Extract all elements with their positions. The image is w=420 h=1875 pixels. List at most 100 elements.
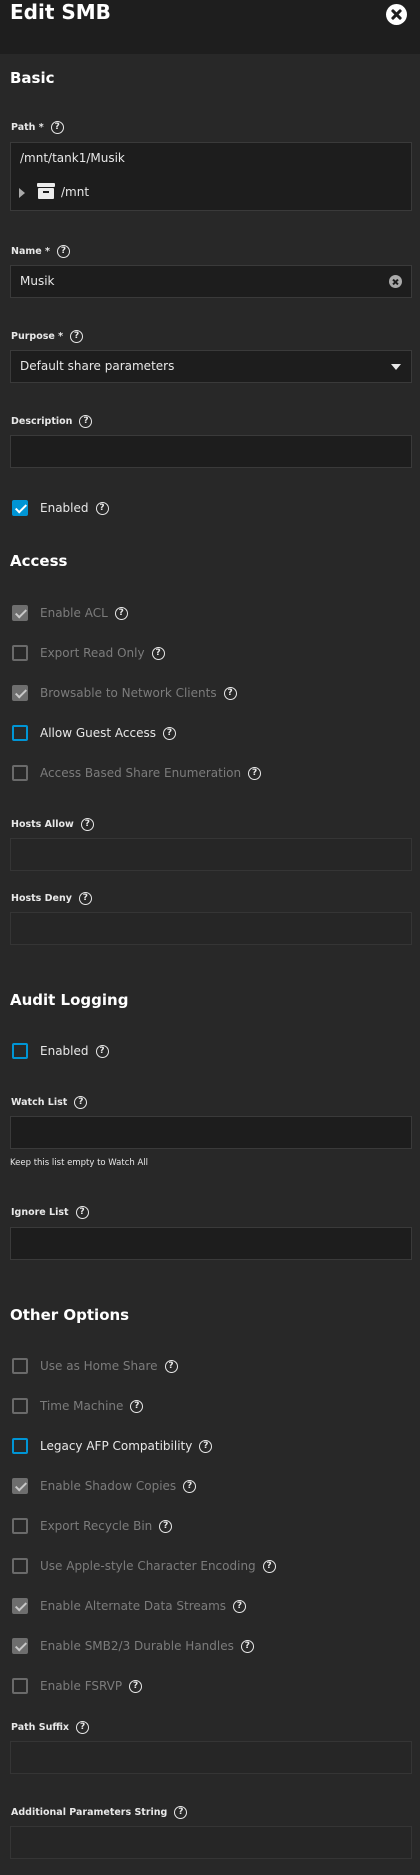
- enable-acl-checkbox[interactable]: [12, 605, 28, 621]
- time-machine-checkbox[interactable]: [12, 1398, 28, 1414]
- purpose-select[interactable]: Default share parameters: [10, 350, 412, 383]
- help-icon[interactable]: ?: [50, 121, 64, 134]
- description-input[interactable]: [10, 435, 412, 468]
- recycle-bin-row[interactable]: Export Recycle Bin ?: [12, 1517, 173, 1535]
- browsable-label: Browsable to Network Clients: [40, 686, 217, 700]
- help-icon[interactable]: ?: [199, 1439, 213, 1453]
- watch-list-input[interactable]: [10, 1116, 412, 1149]
- watch-list-hint: Keep this list empty to Watch All: [10, 1158, 149, 1168]
- path-label: Path * ?: [11, 121, 64, 134]
- apple-encoding-checkbox[interactable]: [12, 1558, 28, 1574]
- section-title-basic: Basic: [10, 69, 55, 87]
- help-icon[interactable]: ?: [240, 1639, 254, 1653]
- help-icon[interactable]: ?: [130, 1399, 144, 1413]
- help-icon[interactable]: ?: [159, 1519, 173, 1533]
- hosts-deny-input[interactable]: [10, 912, 412, 945]
- help-icon[interactable]: ?: [183, 1479, 197, 1493]
- chevron-down-icon[interactable]: [391, 364, 401, 370]
- shadow-copies-checkbox[interactable]: [12, 1478, 28, 1494]
- path-suffix-input[interactable]: [10, 1741, 412, 1774]
- help-icon[interactable]: ?: [70, 330, 84, 343]
- section-title-audit-logging: Audit Logging: [10, 991, 129, 1009]
- dialog-title: Edit SMB: [10, 0, 111, 24]
- enable-acl-label: Enable ACL: [40, 606, 108, 620]
- ignore-list-input[interactable]: [10, 1227, 412, 1260]
- help-icon[interactable]: ?: [79, 415, 93, 428]
- help-icon[interactable]: ?: [248, 766, 262, 780]
- help-icon[interactable]: ?: [95, 1044, 109, 1058]
- durable-handles-label: Enable SMB2/3 Durable Handles: [40, 1639, 234, 1653]
- audit-enabled-checkbox[interactable]: [12, 1043, 28, 1059]
- ignore-list-label-text: Ignore List: [11, 1207, 69, 1218]
- allow-guest-row[interactable]: Allow Guest Access ?: [12, 724, 176, 742]
- allow-guest-checkbox[interactable]: [12, 725, 28, 741]
- close-icon[interactable]: [386, 4, 407, 25]
- enabled-checkbox-row[interactable]: Enabled ?: [12, 499, 109, 517]
- hosts-allow-label: Hosts Allow ?: [11, 818, 94, 831]
- help-icon[interactable]: ?: [95, 501, 109, 515]
- hosts-deny-label-text: Hosts Deny: [11, 893, 72, 904]
- allow-guest-label: Allow Guest Access: [40, 726, 156, 740]
- help-icon[interactable]: ?: [164, 1359, 178, 1373]
- dataset-icon: [37, 183, 55, 199]
- purpose-label: Purpose * ?: [11, 330, 84, 343]
- enabled-label: Enabled: [40, 501, 89, 515]
- browsable-checkbox[interactable]: [12, 685, 28, 701]
- watch-list-label: Watch List ?: [11, 1096, 88, 1109]
- export-read-only-checkbox[interactable]: [12, 645, 28, 661]
- help-icon[interactable]: ?: [129, 1679, 143, 1693]
- alternate-streams-row[interactable]: Enable Alternate Data Streams ?: [12, 1597, 247, 1615]
- help-icon[interactable]: ?: [163, 726, 176, 740]
- help-icon[interactable]: ?: [74, 1096, 88, 1109]
- browsable-row[interactable]: Browsable to Network Clients ?: [12, 684, 237, 702]
- alternate-streams-label: Enable Alternate Data Streams: [40, 1599, 227, 1613]
- clear-icon[interactable]: [389, 275, 402, 288]
- additional-parameters-input[interactable]: [10, 1826, 412, 1859]
- home-share-label: Use as Home Share: [40, 1359, 158, 1373]
- recycle-bin-checkbox[interactable]: [12, 1518, 28, 1534]
- help-icon[interactable]: ?: [76, 1721, 90, 1734]
- time-machine-row[interactable]: Time Machine ?: [12, 1397, 144, 1415]
- enabled-checkbox[interactable]: [12, 500, 28, 516]
- fsrvp-checkbox[interactable]: [12, 1678, 28, 1694]
- abse-label: Access Based Share Enumeration: [40, 766, 242, 780]
- legacy-afp-row[interactable]: Legacy AFP Compatibility ?: [12, 1437, 213, 1455]
- home-share-row[interactable]: Use as Home Share ?: [12, 1357, 178, 1375]
- abse-checkbox[interactable]: [12, 765, 28, 781]
- purpose-value: Default share parameters: [20, 359, 175, 373]
- path-tree-row[interactable]: /mnt: [10, 176, 412, 211]
- enable-acl-row[interactable]: Enable ACL ?: [12, 604, 128, 622]
- help-icon[interactable]: ?: [151, 646, 165, 660]
- hosts-allow-input[interactable]: [10, 838, 412, 871]
- help-icon[interactable]: ?: [75, 1206, 89, 1219]
- durable-handles-row[interactable]: Enable SMB2/3 Durable Handles ?: [12, 1637, 254, 1655]
- help-icon[interactable]: ?: [78, 892, 92, 905]
- help-icon[interactable]: ?: [80, 818, 94, 831]
- legacy-afp-checkbox[interactable]: [12, 1438, 28, 1454]
- fsrvp-row[interactable]: Enable FSRVP ?: [12, 1677, 143, 1695]
- help-icon[interactable]: ?: [233, 1599, 247, 1613]
- help-icon[interactable]: ?: [223, 686, 237, 700]
- help-icon[interactable]: ?: [56, 245, 70, 258]
- apple-encoding-label: Use Apple-style Character Encoding: [40, 1559, 256, 1573]
- section-title-access: Access: [10, 552, 68, 570]
- section-title-other-options: Other Options: [10, 1306, 130, 1324]
- apple-encoding-row[interactable]: Use Apple-style Character Encoding ?: [12, 1557, 276, 1575]
- name-input[interactable]: Musik: [10, 265, 412, 298]
- help-icon[interactable]: ?: [114, 606, 128, 620]
- path-suffix-label-text: Path Suffix: [11, 1722, 70, 1733]
- path-value: /mnt/tank1/Musik: [20, 151, 125, 165]
- path-input[interactable]: /mnt/tank1/Musik: [10, 142, 412, 177]
- abse-row[interactable]: Access Based Share Enumeration ?: [12, 764, 262, 782]
- expand-arrow-icon[interactable]: [19, 188, 25, 198]
- home-share-checkbox[interactable]: [12, 1358, 28, 1374]
- hosts-deny-label: Hosts Deny ?: [11, 892, 92, 905]
- audit-enabled-row[interactable]: Enabled ?: [12, 1042, 109, 1060]
- shadow-copies-row[interactable]: Enable Shadow Copies ?: [12, 1477, 197, 1495]
- help-icon[interactable]: ?: [262, 1559, 276, 1573]
- alternate-streams-checkbox[interactable]: [12, 1598, 28, 1614]
- help-icon[interactable]: ?: [174, 1806, 188, 1819]
- tree-root-label: /mnt: [61, 185, 90, 199]
- durable-handles-checkbox[interactable]: [12, 1638, 28, 1654]
- export-read-only-row[interactable]: Export Read Only ?: [12, 644, 165, 662]
